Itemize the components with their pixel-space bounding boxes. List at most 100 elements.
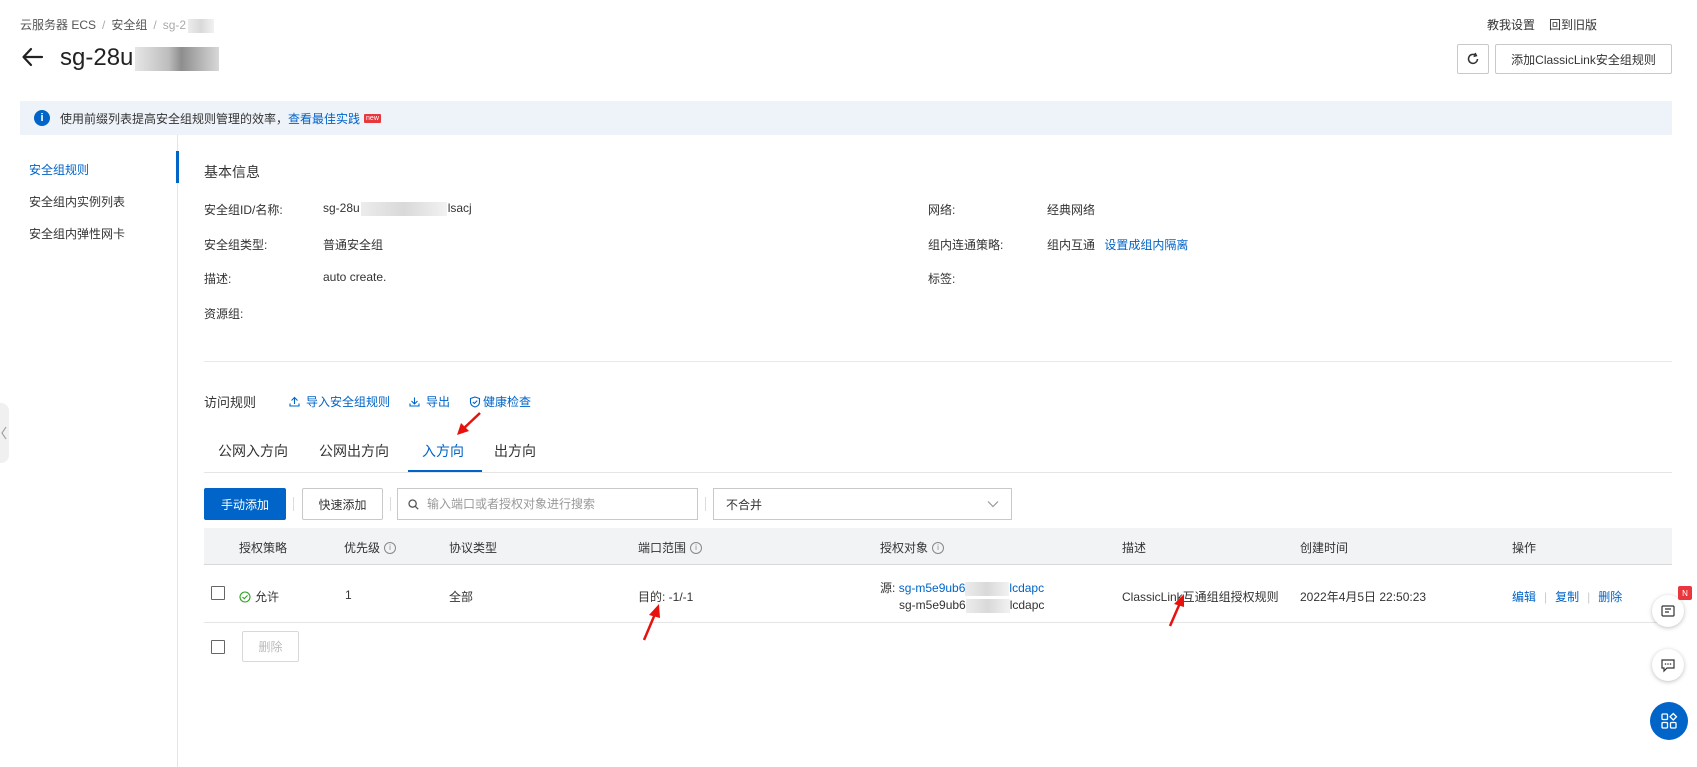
- col-port: 端口范围 i: [638, 539, 703, 556]
- sg-id-value: sg-28u lsacj: [323, 201, 472, 216]
- merge-select-value: 不合并: [726, 497, 763, 512]
- annotation-arrow-icon: [457, 412, 481, 435]
- row-priority: 1: [345, 588, 352, 602]
- toolbar-separator: [390, 497, 391, 511]
- network-label: 网络:: [928, 203, 956, 217]
- col-target: 授权对象 i: [880, 539, 945, 556]
- row-operations: 编辑 | 复制 | 删除: [1512, 590, 1623, 604]
- row-description: ClassicLink互通组组授权规则: [1122, 590, 1279, 604]
- row-target-sub: sg-m5e9ub6 lcdapc: [899, 598, 1045, 613]
- sidebar-active-indicator: [176, 151, 179, 183]
- col-operations: 操作: [1512, 541, 1537, 555]
- target-group-link[interactable]: sg-m5e9ub6 lcdapc: [899, 581, 1044, 596]
- row-divider: [204, 622, 1672, 623]
- add-classic-link-button[interactable]: 添加ClassicLink安全组规则: [1495, 44, 1672, 74]
- sg-type-label: 安全组类型:: [204, 238, 268, 252]
- bulk-delete-button[interactable]: 删除: [242, 631, 299, 662]
- check-circle-icon: [239, 590, 251, 603]
- tab-active-indicator: [408, 470, 482, 472]
- tab-inbound[interactable]: 入方向: [422, 441, 464, 461]
- health-check-link[interactable]: 健康检查: [469, 393, 531, 410]
- refresh-button[interactable]: [1457, 44, 1489, 74]
- back-arrow-icon[interactable]: [20, 44, 46, 70]
- chevron-down-icon: [987, 501, 999, 508]
- annotation-arrow-icon: [642, 604, 660, 641]
- apps-icon: [1661, 712, 1678, 729]
- set-isolation-link[interactable]: 设置成组内隔离: [1104, 238, 1188, 252]
- news-badge-icon: N: [1678, 586, 1692, 600]
- policy-label: 组内连通策略:: [928, 238, 1004, 252]
- info-icon: i: [34, 110, 50, 126]
- breadcrumb-security-group[interactable]: 安全组: [111, 18, 147, 32]
- help-icon[interactable]: i: [690, 541, 703, 554]
- new-badge: new: [364, 113, 381, 123]
- toolbar-separator: [293, 497, 294, 511]
- resource-group-label: 资源组:: [204, 307, 244, 321]
- chevron-left-icon: [1, 426, 7, 440]
- access-rules-title: 访问规则: [204, 395, 257, 410]
- apps-float-button[interactable]: [1650, 702, 1688, 740]
- sidebar-item-eni[interactable]: 安全组内弹性网卡: [29, 225, 125, 242]
- row-created: 2022年4月5日 22:50:23: [1300, 590, 1427, 604]
- edit-link[interactable]: 编辑: [1512, 590, 1536, 604]
- search-box: [397, 488, 698, 520]
- tutorial-link[interactable]: 教我设置: [1487, 18, 1535, 32]
- shield-check-icon: [469, 395, 481, 408]
- merge-select[interactable]: 不合并: [713, 488, 1012, 520]
- toolbar-separator: [705, 497, 706, 511]
- top-links: 教我设置 回到旧版: [1473, 16, 1597, 33]
- col-created: 创建时间: [1300, 541, 1349, 555]
- export-link[interactable]: 导出: [409, 393, 450, 410]
- col-description: 描述: [1122, 541, 1147, 555]
- collapse-handle[interactable]: [0, 403, 9, 463]
- help-icon[interactable]: i: [932, 541, 945, 554]
- search-input[interactable]: [425, 496, 679, 512]
- section-divider: [204, 361, 1672, 362]
- page-title: sg-28u: [60, 44, 220, 72]
- chat-icon: [1661, 659, 1675, 673]
- col-priority: 优先级 i: [344, 539, 397, 556]
- delete-link[interactable]: 删除: [1598, 590, 1622, 604]
- row-protocol: 全部: [449, 590, 474, 604]
- import-rules-link[interactable]: 导入安全组规则: [289, 393, 390, 410]
- tab-outbound[interactable]: 出方向: [494, 441, 536, 461]
- old-version-link[interactable]: 回到旧版: [1549, 18, 1597, 32]
- notice-banner: i 使用前缀列表提高安全组规则管理的效率， 查看最佳实践 new: [20, 101, 1672, 135]
- sg-id-label: 安全组ID/名称:: [204, 203, 283, 217]
- breadcrumb: 云服务器 ECS / 安全组 / sg-2: [20, 16, 215, 33]
- tag-label: 标签:: [928, 272, 956, 286]
- download-icon: [409, 397, 420, 407]
- search-icon: [408, 498, 419, 510]
- description-label: 描述:: [204, 272, 232, 286]
- sidebar-divider: [177, 135, 178, 767]
- basic-info-title: 基本信息: [204, 164, 260, 180]
- annotation-arrow-icon: [1168, 594, 1184, 627]
- upload-icon: [289, 396, 300, 407]
- sidebar-item-rules[interactable]: 安全组规则: [29, 161, 89, 178]
- news-icon: [1661, 605, 1675, 617]
- row-target-source: 源: sg-m5e9ub6 lcdapc: [880, 581, 1045, 596]
- sidebar-item-instances[interactable]: 安全组内实例列表: [29, 193, 125, 210]
- network-value: 经典网络: [1047, 203, 1096, 217]
- row-policy: 允许: [239, 588, 279, 605]
- copy-link[interactable]: 复制: [1555, 590, 1579, 604]
- manual-add-button[interactable]: 手动添加: [204, 488, 286, 520]
- tab-public-inbound[interactable]: 公网入方向: [218, 441, 288, 461]
- refresh-icon: [1467, 52, 1479, 65]
- feedback-float-button[interactable]: [1652, 649, 1684, 681]
- tabs-baseline: [204, 472, 1672, 473]
- description-value: auto create.: [323, 270, 387, 284]
- breadcrumb-current: sg-2: [162, 18, 187, 32]
- row-checkbox[interactable]: [211, 586, 225, 600]
- col-protocol: 协议类型: [449, 541, 498, 555]
- breadcrumb-ecs[interactable]: 云服务器 ECS: [20, 18, 96, 32]
- policy-value: 组内互通 设置成组内隔离: [1047, 238, 1189, 252]
- help-icon[interactable]: i: [384, 541, 397, 554]
- notice-text: 使用前缀列表提高安全组规则管理的效率，: [60, 111, 289, 126]
- quick-add-button[interactable]: 快速添加: [302, 488, 383, 520]
- col-policy: 授权策略: [239, 541, 288, 555]
- tab-public-outbound[interactable]: 公网出方向: [319, 441, 389, 461]
- select-all-checkbox[interactable]: [211, 640, 225, 654]
- best-practice-link[interactable]: 查看最佳实践: [288, 110, 360, 127]
- sg-type-value: 普通安全组: [323, 238, 384, 252]
